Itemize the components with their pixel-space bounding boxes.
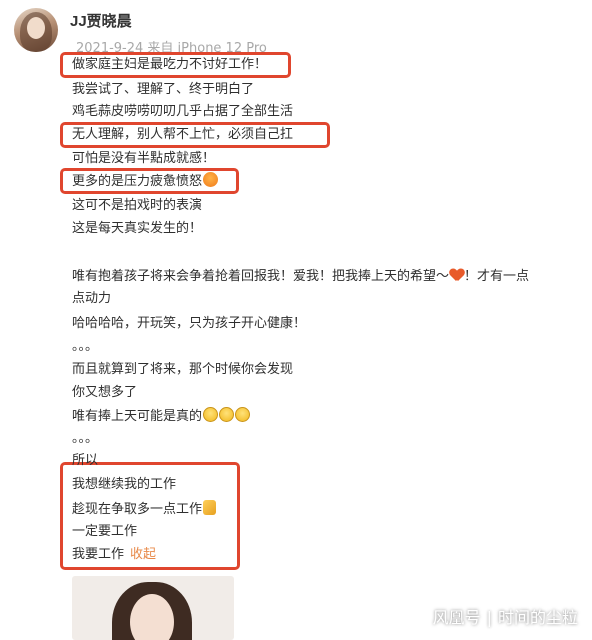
watermark-author: 时间的尘粒 [497, 608, 578, 627]
post-line: 所以 [72, 453, 99, 468]
post-line: 点动力 [72, 291, 112, 306]
username[interactable]: JJ贾晓晨 [70, 10, 132, 31]
post-line: 鸡毛蒜皮唠唠叨叨几乎占据了全部生活 [72, 104, 294, 119]
watermark: 风凰号 | 时间的尘粒 [433, 604, 578, 628]
post-line: 这可不是拍戏时的表演 [72, 198, 203, 213]
post-line: 唯有抱着孩子将来会争着抢着回报我！爱我！把我捧上天的希望～ ！才有一点 [72, 269, 530, 284]
heart-icon [450, 269, 464, 282]
post-line: 趁现在争取多一点工作 [72, 500, 217, 519]
post-line: 而且就算到了将来，那个时候你会发现 [72, 362, 294, 377]
collapse-link[interactable]: 收起 [130, 547, 156, 562]
avatar[interactable] [14, 8, 58, 52]
post-line: 一定要工作 [72, 524, 138, 539]
post-line: 。。。 [72, 431, 99, 446]
laughing-face-icon [235, 407, 251, 422]
watermark-separator: | [486, 608, 492, 627]
post-line: 可怕是没有半點成就感！ [72, 151, 216, 166]
watermark-platform: 风凰号 [432, 608, 481, 627]
laughing-face-icon [219, 407, 235, 422]
laughing-face-icon [203, 407, 219, 422]
post-line: 无人理解，别人帮不上忙，必须自己扛 [72, 127, 294, 142]
post-photo[interactable] [72, 576, 234, 640]
flexed-biceps-icon [203, 500, 217, 515]
post-line: 唯有捧上天可能是真的 [72, 407, 251, 426]
post-line: 你又想多了 [72, 385, 138, 400]
post-line: 我尝试了、理解了、终于明白了 [72, 82, 255, 97]
post-line: 我想继续我的工作 [72, 477, 177, 492]
post-line: 更多的是压力疲惫愤怒 [72, 172, 219, 191]
avatar-face [27, 17, 45, 39]
post-line: 做家庭主妇是最吃力不讨好工作！ [72, 57, 268, 72]
post-line: 。。。 [72, 339, 99, 354]
angry-face-icon [203, 172, 219, 187]
post-line: 哈哈哈哈，开玩笑，只为孩子开心健康！ [72, 316, 307, 331]
post-line: 我要工作 收起 [72, 547, 157, 562]
post-line: 这是每天真实发生的！ [72, 221, 203, 236]
